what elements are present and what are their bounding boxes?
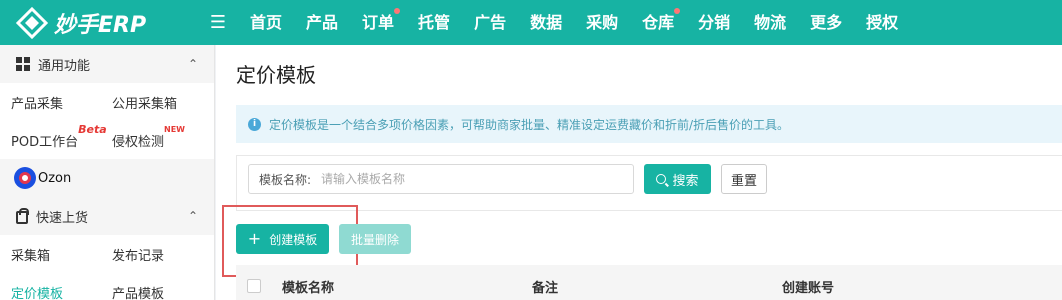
- search-icon: [656, 174, 667, 184]
- nav-item-data[interactable]: 数据: [518, 0, 574, 45]
- select-all-checkbox[interactable]: [247, 279, 261, 293]
- top-nav-bar: 妙手ERP ☰ 首页 产品 订单 托管 广告 数据 采购 仓库 分销 物流 更多…: [0, 0, 1062, 45]
- sidebar: 通用功能 ⌃ 产品采集 公用采集箱 POD工作台 Beta 侵权检测 NEW Ozo…: [0, 45, 215, 300]
- notification-dot: [394, 8, 401, 14]
- nav-item-orders[interactable]: 订单: [350, 0, 406, 45]
- grid-icon: [16, 57, 30, 71]
- chevron-up-icon: ⌃: [187, 209, 198, 223]
- create-template-button[interactable]: + 创建模板: [236, 224, 329, 254]
- main-content: 定价模板 i 定价模板是一个结合多项价格因素，可帮助商家批量、精准设定运费藏价和…: [216, 45, 1062, 300]
- search-button[interactable]: 搜索: [644, 164, 711, 194]
- sidebar-group-label: 快速上货: [36, 210, 89, 226]
- ozon-logo-icon: [14, 167, 36, 189]
- sidebar-item-collect-box[interactable]: 采集箱: [0, 245, 101, 264]
- brand-logo[interactable]: 妙手ERP: [16, 6, 196, 39]
- sidebar-item-pricing-template[interactable]: 定价模板: [0, 283, 101, 300]
- sidebar-item-product-collect[interactable]: 产品采集: [0, 93, 101, 112]
- plus-icon: +: [247, 229, 262, 248]
- nav-item-distribution[interactable]: 分销: [686, 0, 742, 45]
- sidebar-item-product-template[interactable]: 产品模板: [101, 283, 202, 300]
- notification-dot: [674, 8, 681, 14]
- nav-item-purchase[interactable]: 采购: [574, 0, 630, 45]
- nav-item-authorize[interactable]: 授权: [854, 0, 910, 45]
- sidebar-group-label: 通用功能: [38, 58, 91, 74]
- sidebar-item-public-collect-box[interactable]: 公用采集箱: [101, 93, 202, 112]
- nav-item-home[interactable]: 首页: [238, 0, 294, 45]
- sidebar-item-infringement-check[interactable]: 侵权检测 NEW: [101, 125, 202, 150]
- brand-name: 妙手ERP: [54, 12, 147, 38]
- reset-button[interactable]: 重置: [721, 164, 767, 194]
- new-badge: NEW: [164, 124, 185, 134]
- sidebar-group-common[interactable]: 通用功能 ⌃: [0, 45, 214, 83]
- shopping-bag-icon: [16, 207, 29, 224]
- nav-item-products[interactable]: 产品: [294, 0, 350, 45]
- chevron-up-icon: ⌃: [187, 57, 198, 71]
- nav-item-ads[interactable]: 广告: [462, 0, 518, 45]
- info-text: 定价模板是一个结合多项价格因素，可帮助商家批量、精准设定运费藏价和折前/折后售价…: [269, 117, 790, 132]
- filter-panel: 模板名称: 搜索 重置: [236, 155, 1062, 211]
- sidebar-item-ozon[interactable]: Ozon: [0, 159, 214, 197]
- page-title: 定价模板: [236, 63, 316, 87]
- nav-item-warehouse[interactable]: 仓库: [630, 0, 686, 45]
- template-name-input[interactable]: [321, 172, 612, 186]
- sidebar-group-quick-listing[interactable]: 快速上货 ⌃: [0, 197, 214, 235]
- sidebar-item-pod-workbench[interactable]: POD工作台 Beta: [0, 123, 107, 150]
- nav-item-more[interactable]: 更多: [798, 0, 854, 45]
- logo-icon: [16, 6, 48, 39]
- column-header-created-by[interactable]: 创建账号: [782, 277, 834, 296]
- template-name-field: 模板名称:: [248, 164, 634, 194]
- column-header-remark[interactable]: 备注: [532, 277, 558, 296]
- template-name-label: 模板名称:: [259, 172, 312, 187]
- nav-item-logistics[interactable]: 物流: [742, 0, 798, 45]
- bulk-delete-button[interactable]: 批量删除: [339, 224, 411, 254]
- info-icon: i: [248, 117, 261, 131]
- sidebar-item-publish-records[interactable]: 发布记录: [101, 245, 202, 264]
- table-header: 模板名称 备注 创建账号: [236, 265, 1062, 300]
- column-header-template-name[interactable]: 模板名称: [282, 277, 334, 296]
- info-banner: i 定价模板是一个结合多项价格因素，可帮助商家批量、精准设定运费藏价和折前/折后…: [236, 105, 1062, 143]
- menu-toggle-icon[interactable]: ☰: [206, 12, 230, 33]
- nav-item-hosting[interactable]: 托管: [406, 0, 462, 45]
- main-nav: 首页 产品 订单 托管 广告 数据 采购 仓库 分销 物流 更多 授权: [238, 0, 910, 45]
